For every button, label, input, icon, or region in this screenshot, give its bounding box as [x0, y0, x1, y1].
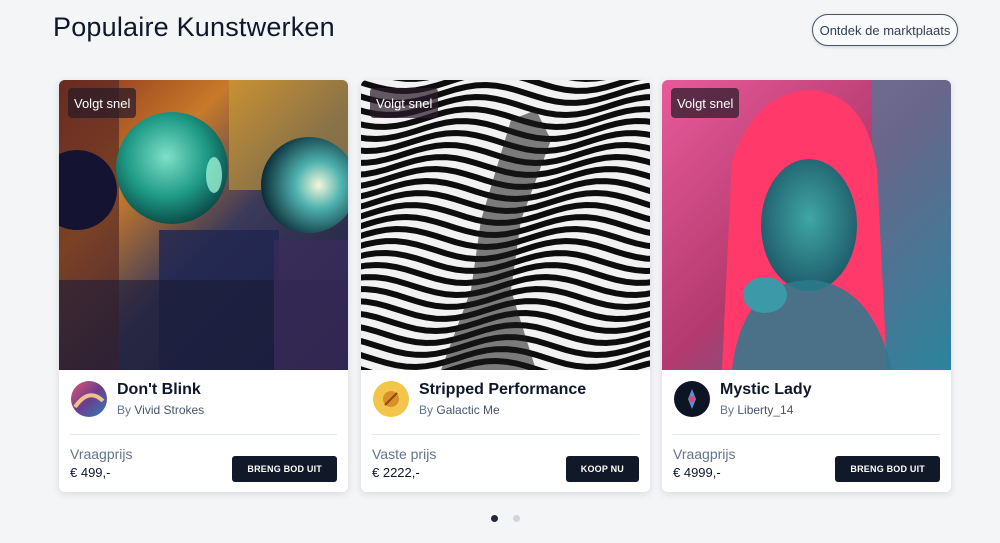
by-label: By [419, 403, 434, 417]
artist-byline: By Liberty_14 [720, 403, 793, 417]
price-value: € 499,- [70, 465, 111, 480]
artist-link[interactable]: Vivid Strokes [134, 403, 204, 417]
carousel-dot-1[interactable] [491, 515, 498, 522]
trending-badge: Volgt snel [671, 88, 740, 118]
price-label: Vraagprijs [70, 446, 133, 462]
artist-byline: By Galactic Me [419, 403, 500, 417]
trending-badge: Volgt snel [370, 88, 439, 118]
place-bid-button[interactable]: BRENG BOD UIT [232, 456, 337, 482]
price-label: Vaste prijs [372, 446, 437, 462]
buy-now-button[interactable]: KOOP NU [565, 456, 639, 482]
divider [70, 434, 337, 435]
carousel-dot-2[interactable] [513, 515, 520, 522]
avatar[interactable] [674, 381, 710, 417]
place-bid-button[interactable]: BRENG BOD UIT [835, 456, 940, 482]
divider [673, 434, 940, 435]
divider [372, 434, 639, 435]
carousel-pagination [491, 515, 520, 522]
artwork-title[interactable]: Mystic Lady [720, 381, 812, 399]
artwork-card-mystic-lady[interactable]: Volgt snel Mystic Lady By Liberty_14 Vra… [662, 80, 951, 492]
artwork-title[interactable]: Don't Blink [117, 381, 201, 399]
trending-badge: Volgt snel [68, 88, 137, 118]
artist-byline: By Vivid Strokes [117, 403, 204, 417]
artwork-card-dont-blink[interactable]: Volgt snel Don't Blink By Vivid Strokes … [59, 80, 348, 492]
by-label: By [720, 403, 735, 417]
artwork-image[interactable]: Volgt snel [361, 80, 650, 370]
by-label: By [117, 403, 132, 417]
avatar[interactable] [373, 381, 409, 417]
price-value: € 2222,- [372, 465, 420, 480]
artist-link[interactable]: Liberty_14 [737, 403, 793, 417]
artwork-title[interactable]: Stripped Performance [419, 381, 586, 399]
price-value: € 4999,- [673, 465, 721, 480]
avatar[interactable] [71, 381, 107, 417]
page-title: Populaire Kunstwerken [53, 12, 335, 42]
artwork-image[interactable]: Volgt snel [662, 80, 951, 370]
artist-link[interactable]: Galactic Me [436, 403, 499, 417]
artwork-image[interactable]: Volgt snel [59, 80, 348, 370]
price-label: Vraagprijs [673, 446, 736, 462]
explore-marketplace-button[interactable]: Ontdek de marktplaats [812, 14, 958, 46]
artwork-card-stripped-performance[interactable]: Volgt snel Stripped Performance By Galac… [361, 80, 650, 492]
